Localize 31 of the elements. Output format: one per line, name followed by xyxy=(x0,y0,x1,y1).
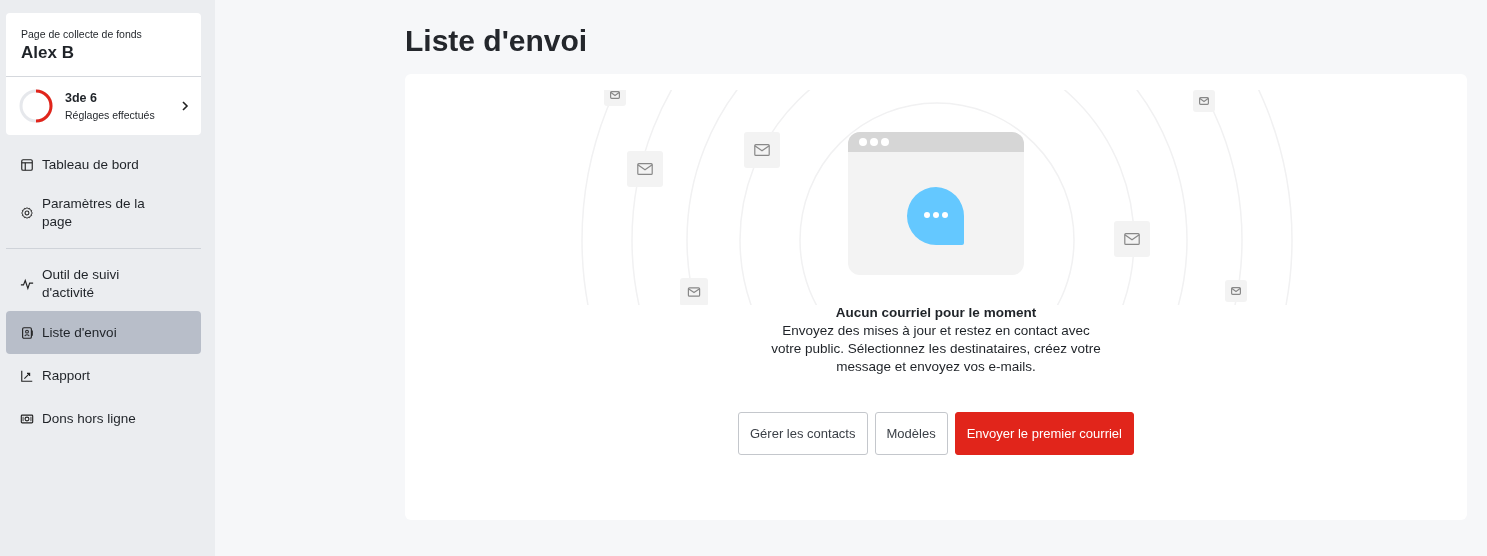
layout-icon xyxy=(20,157,34,172)
chevron-right-icon[interactable] xyxy=(181,101,189,111)
empty-state-heading: Aucun courriel pour le moment xyxy=(835,305,1037,320)
nav-item[interactable]: Paramètres de la page xyxy=(6,186,201,240)
gear-icon xyxy=(20,206,34,220)
envelope-icon xyxy=(680,278,708,305)
envelope-icon xyxy=(1225,280,1247,302)
nav-item[interactable]: Dons hors ligne xyxy=(6,397,201,440)
banknote-icon xyxy=(20,411,34,426)
nav-item[interactable]: Tableau de bord xyxy=(6,143,201,186)
envelope-icon xyxy=(627,151,663,187)
progress-count: 3de 6 xyxy=(65,91,98,105)
page-label: Page de collecte de fonds xyxy=(21,28,143,40)
activity-icon xyxy=(20,277,34,291)
page-name: Alex B xyxy=(21,43,75,63)
action-button[interactable]: Gérer les contacts xyxy=(738,412,868,455)
send-email-button[interactable]: Envoyer le premier courriel xyxy=(954,412,1134,455)
page-title: Liste d'envoi xyxy=(405,24,589,58)
envelope-icon xyxy=(604,90,626,106)
contact-card-icon xyxy=(20,325,34,340)
envelope-icon xyxy=(1114,221,1150,257)
chat-bubble-icon xyxy=(907,187,964,245)
empty-state-text: Envoyez des mises à jour et restez en contact avec votre public. Sélectionnez les destinataires, créez votre message et envoyez vos e-mails. xyxy=(770,322,1102,376)
envelope-icon xyxy=(744,132,780,168)
progress-caption: Réglages effectués xyxy=(65,109,156,121)
chart-up-icon xyxy=(20,368,34,383)
action-button[interactable]: Modèles xyxy=(874,412,948,455)
nav-item[interactable]: Outil de suivi d'activité xyxy=(6,257,201,311)
envelope-icon xyxy=(1193,90,1215,112)
nav-item[interactable]: Liste d'envoi xyxy=(6,311,201,354)
nav-item[interactable]: Rapport xyxy=(6,354,201,397)
